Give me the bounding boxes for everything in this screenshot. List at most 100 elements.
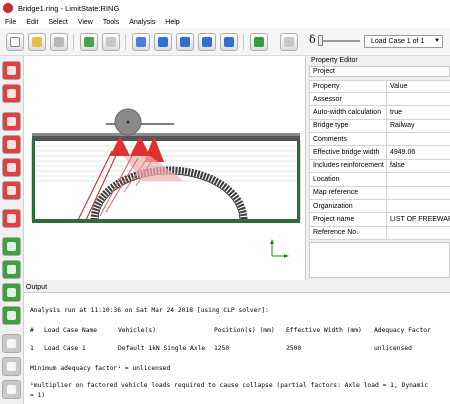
property-name: Project name [309,212,387,227]
chevron-down-icon: ▼ [434,38,440,44]
menu-help[interactable]: Help [160,19,184,26]
property-editor-title: Property Editor [309,56,450,65]
zoom-window-icon[interactable] [176,33,194,51]
undo-icon[interactable] [80,33,98,51]
print-icon[interactable] [2,306,21,325]
row-index: 1 [30,345,34,352]
property-row[interactable]: Project nameLIST OF FREEWARE [309,212,450,227]
lock-icon[interactable] [280,33,298,51]
menu-tools[interactable]: Tools [98,19,124,26]
delete-icon[interactable] [2,158,21,177]
property-name: Reference No. [309,225,387,241]
load-case-select[interactable]: Load Case 1 of 1 ▼ [364,35,443,48]
menu-analysis[interactable]: Analysis [124,19,160,26]
property-name: Bridge type [309,118,387,134]
col-positions: Position(s) (mm) [214,327,275,334]
property-row[interactable]: Organization [309,198,450,214]
disabled-tool-icon [2,357,21,376]
row-adequacy-factor: unlicensed [374,345,412,352]
col-vehicles: Vehicle(s) [118,327,156,334]
load-icon[interactable] [2,260,21,279]
app-logo-icon [3,3,13,13]
load-case-value: Load Case 1 of 1 [371,38,425,45]
property-name: Effective bridge width [309,145,387,160]
menu-select[interactable]: Select [43,19,72,26]
menu-file[interactable]: File [0,19,21,26]
settings-icon[interactable] [2,181,21,200]
ground-line [32,219,300,223]
footnote-continuation: = 1) [30,392,46,399]
property-name: Includes reinforcement [309,158,387,174]
disabled-tool-icon [2,334,21,353]
left-toolbar [0,56,24,404]
row-load-case-name: Load Case 1 [44,345,86,352]
new-file-icon[interactable] [6,33,24,51]
property-value[interactable]: LIST OF FREEWARE [386,212,450,227]
property-value[interactable] [386,91,450,107]
output-console[interactable]: Analysis run at 11:10:36 on Sat Mar 24 2… [24,292,450,404]
bridge-deck [32,136,300,141]
col-adequacy-factor: Adequacy Factor [374,327,431,334]
property-description-panel [309,242,450,278]
property-table: Property Value Assessor Auto-width calcul… [309,80,450,241]
select-tool-icon[interactable] [2,61,21,80]
property-section-label: Project [309,66,450,77]
add-element-icon[interactable] [2,135,21,154]
property-value[interactable]: Railway [386,118,450,134]
property-value[interactable] [386,172,450,187]
open-folder-icon[interactable] [28,33,46,51]
property-value[interactable] [386,198,450,214]
property-name: Assessor [309,91,387,107]
property-value[interactable] [386,185,450,200]
add-node-icon[interactable] [2,112,21,131]
results-icon[interactable] [2,283,21,302]
left-abutment [32,141,35,220]
delta-icon: δ [309,33,316,46]
property-value[interactable]: false [386,158,450,174]
clipboard-icon[interactable] [132,33,150,51]
property-row[interactable]: Reference No. [309,225,450,241]
window-title: Bridge1.ring - LimitState:RING [18,3,120,13]
right-abutment [297,141,300,220]
property-header: Property [309,80,387,93]
col-index: # [30,327,34,334]
property-row[interactable]: Comments [309,132,450,147]
zoom-extents-icon[interactable] [198,33,216,51]
deck-top [32,133,300,136]
property-row[interactable]: Bridge type Railway [309,118,450,134]
disabled-tool-icon [2,380,21,399]
tag-icon[interactable] [220,33,238,51]
property-name: Comments [309,132,387,147]
property-name: Map reference [309,185,387,200]
toolbar-divider [73,34,74,50]
output-panel-title: Output [24,283,450,292]
save-icon[interactable] [50,33,68,51]
axis-indicator [270,239,289,258]
row-vehicles: Default 1kN Single Axle [118,345,206,352]
zoom-icon[interactable] [154,33,172,51]
menu-view[interactable]: View [73,19,98,26]
bridge-canvas[interactable] [24,56,306,280]
property-row[interactable]: Location [309,172,450,187]
property-value[interactable]: true [386,105,450,120]
property-value[interactable] [386,132,450,147]
displacement-slider[interactable] [320,40,360,42]
col-effective-width: Effective Width (mm) [286,327,362,334]
material-icon[interactable] [2,209,21,228]
toolbar-divider [243,34,244,50]
menu-edit[interactable]: Edit [21,19,43,26]
property-value[interactable]: 4949.06 [386,145,450,160]
property-row[interactable]: Map reference [309,185,450,200]
run-analysis-icon[interactable] [250,33,268,51]
redo-icon[interactable] [102,33,120,51]
move-tool-icon[interactable] [2,84,21,103]
property-name: Location [309,172,387,187]
footnote-line: ¹multiplier on factored vehicle loads re… [30,382,429,389]
property-row[interactable]: Auto-width calculation true [309,105,450,120]
mesh-icon[interactable] [2,237,21,256]
property-row[interactable]: Assessor [309,91,450,107]
property-row[interactable]: Effective bridge width 4949.06 [309,145,450,160]
property-value[interactable] [386,225,450,241]
property-row[interactable]: Includes reinforcement false [309,158,450,174]
slider-handle[interactable] [318,35,323,46]
